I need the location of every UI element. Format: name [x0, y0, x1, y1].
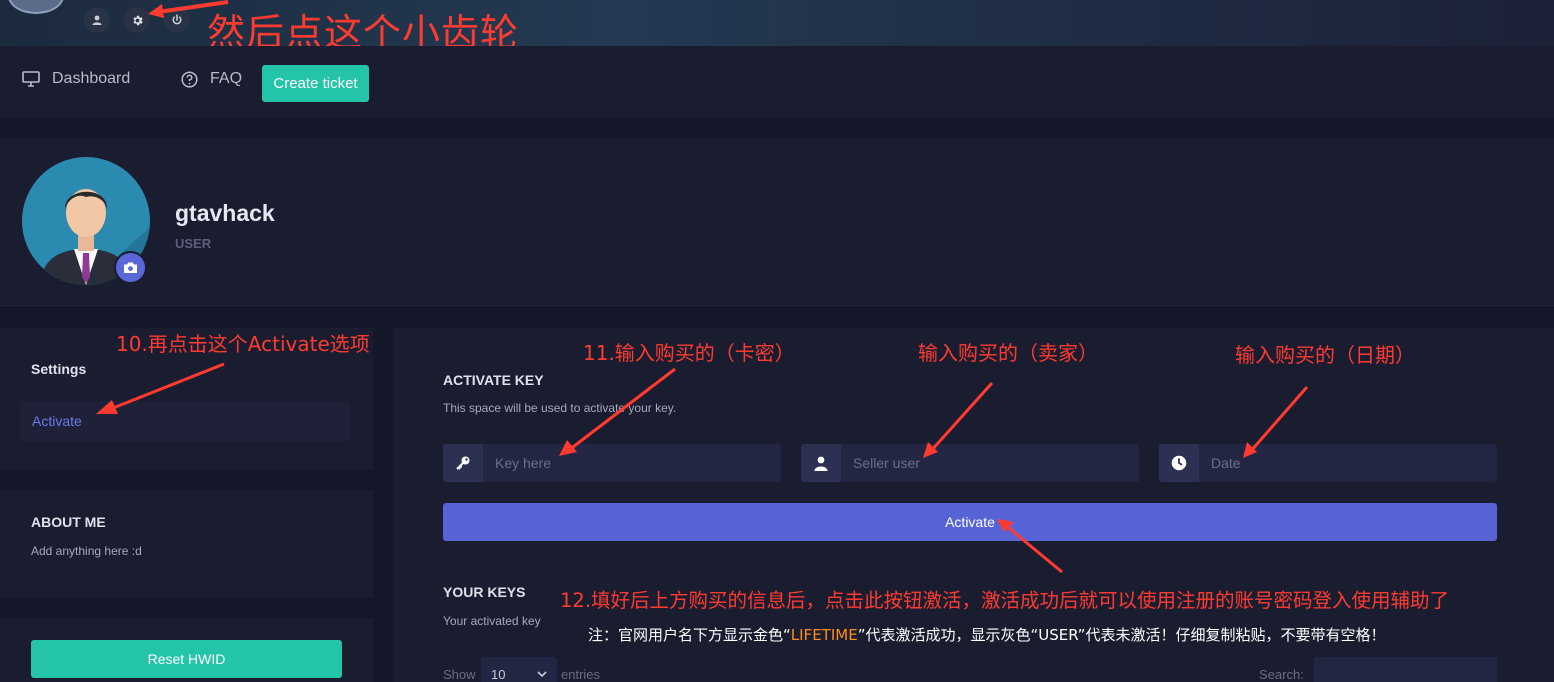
sidebar-item-activate-label: Activate	[32, 413, 82, 429]
about-title: ABOUT ME	[31, 514, 106, 530]
key-addon	[443, 444, 483, 482]
entries-select-value: 10	[491, 666, 506, 682]
settings-gear-button[interactable]	[124, 7, 150, 33]
profile-button[interactable]	[84, 7, 110, 33]
activation-note: 注：官网用户名下方显示金色“LIFETIME”代表激活成功，显示灰色“USER”…	[588, 624, 1385, 645]
annotation-date: 输入购买的（日期）	[1235, 343, 1415, 367]
entries-label: entries	[561, 667, 601, 682]
activate-key-title: ACTIVATE KEY	[443, 372, 544, 388]
seller-addon	[801, 444, 841, 482]
about-text: Add anything here :d	[31, 544, 142, 558]
chevron-down-icon	[537, 671, 547, 677]
date-addon	[1159, 444, 1199, 482]
change-photo-button[interactable]	[114, 251, 147, 284]
reset-hwid-button[interactable]: Reset HWID	[31, 640, 342, 678]
create-ticket-button[interactable]: Create ticket	[262, 65, 369, 102]
sidebar-item-activate[interactable]: Activate	[20, 401, 350, 441]
date-input[interactable]	[1199, 444, 1497, 482]
annotation-activate-option: 10.再点击这个Activate选项	[116, 332, 370, 356]
profile-role: USER	[175, 236, 212, 251]
reset-panel: Reset HWID	[0, 618, 373, 682]
annotation-seller: 输入购买的（卖家）	[918, 341, 1098, 365]
note-lifetime: LIFETIME	[790, 626, 858, 644]
top-bar: 然后点这个小齿轮	[0, 0, 1554, 55]
camera-icon	[124, 262, 137, 273]
user-icon	[92, 15, 102, 25]
monitor-icon	[22, 71, 40, 87]
note-part1: 注：官网用户名下方显示金色“	[588, 626, 791, 644]
nav-faq[interactable]: FAQ	[181, 70, 242, 88]
nav-faq-label: FAQ	[210, 70, 243, 87]
settings-panel: Settings Activate 10.再点击这个Activate选项	[0, 328, 373, 470]
power-icon	[172, 14, 182, 25]
profile-username: gtavhack	[175, 200, 275, 226]
your-keys-title: YOUR KEYS	[443, 584, 526, 600]
date-field	[1159, 444, 1497, 482]
seller-field	[801, 444, 1139, 482]
user-icon	[814, 456, 828, 471]
profile-header: gtavhack USER	[0, 138, 1554, 306]
logout-button[interactable]	[164, 7, 190, 33]
search-input[interactable]	[1314, 657, 1497, 682]
activate-key-card: ACTIVATE KEY This space will be used to …	[393, 328, 1554, 682]
key-icon	[456, 456, 470, 470]
top-avatar[interactable]	[8, 0, 64, 14]
activate-button[interactable]: Activate	[443, 503, 1497, 541]
gear-icon	[132, 15, 143, 25]
annotation-key: 11.输入购买的（卡密）	[583, 341, 795, 365]
nav-dashboard-label: Dashboard	[52, 70, 131, 87]
nav-dashboard[interactable]: Dashboard	[22, 70, 130, 88]
show-label: Show	[443, 667, 476, 682]
note-part2: ”代表激活成功，显示灰色“USER”代表未激活！仔细复制粘贴，不要带有空格！	[857, 626, 1386, 644]
settings-title: Settings	[31, 361, 87, 377]
about-panel: ABOUT ME Add anything here :d	[0, 490, 373, 598]
main-nav: Dashboard FAQ Create ticket	[0, 46, 1554, 118]
key-field	[443, 444, 781, 482]
activate-key-subtitle: This space will be used to activate your…	[443, 401, 677, 415]
entries-select[interactable]: 10	[481, 657, 557, 682]
clock-icon	[1171, 455, 1187, 471]
seller-input[interactable]	[841, 444, 1139, 482]
question-circle-icon	[181, 70, 198, 88]
search-label: Search:	[1259, 667, 1304, 682]
annotation-activate-step: 12.填好后上方购买的信息后，点击此按钮激活，激活成功后就可以使用注册的账号密码…	[560, 589, 1450, 612]
your-keys-subtitle: Your activated key	[443, 614, 541, 628]
key-input[interactable]	[483, 444, 781, 482]
